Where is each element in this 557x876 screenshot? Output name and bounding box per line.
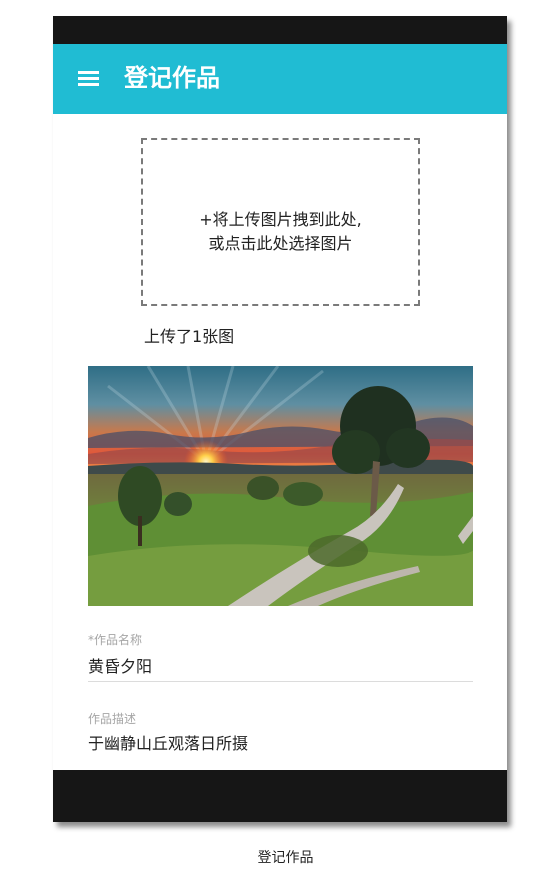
- page-title: 登记作品: [124, 64, 220, 92]
- description-input[interactable]: 于幽静山丘观落日所摄: [88, 733, 248, 755]
- drop-zone-line-2: 或点击此处选择图片: [208, 234, 353, 253]
- uploaded-photo: [88, 366, 473, 606]
- phone-frame: 登记作品 +将上传图片拽到此处, 或点击此处选择图片 上传了1张图 *作品名称 …: [53, 16, 507, 822]
- title-field-label: *作品名称: [88, 633, 143, 647]
- app-bar: 登记作品: [53, 44, 507, 114]
- description-field-label: 作品描述: [88, 712, 137, 726]
- image-drop-zone[interactable]: +将上传图片拽到此处, 或点击此处选择图片: [141, 138, 420, 306]
- title-input[interactable]: 黄昏夕阳: [88, 656, 152, 678]
- upload-count: 上传了1张图: [144, 327, 235, 346]
- drop-zone-text: +将上传图片拽到此处, 或点击此处选择图片: [143, 208, 418, 256]
- navigation-bar: [53, 770, 507, 822]
- menu-icon[interactable]: [78, 70, 99, 86]
- status-bar: [53, 16, 507, 44]
- title-input-underline: [88, 681, 473, 682]
- drop-zone-line-1: +将上传图片拽到此处,: [199, 210, 362, 229]
- figure-caption: 登记作品: [257, 850, 314, 866]
